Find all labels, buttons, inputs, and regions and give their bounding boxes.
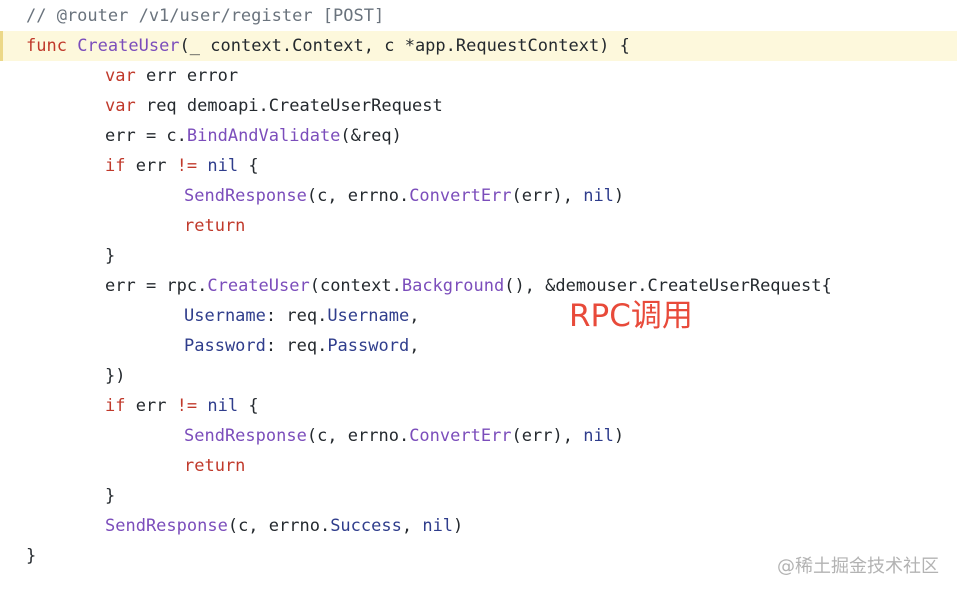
code-token: , <box>409 336 420 356</box>
code-line: var err error <box>0 61 957 91</box>
code-line-content: return <box>26 211 245 241</box>
code-line-content: var err error <box>26 61 238 91</box>
code-token: err error <box>145 66 239 86</box>
code-token: if <box>105 156 136 176</box>
code-line: }) <box>0 361 957 391</box>
code-token: Password <box>184 336 266 356</box>
code-token: CreateUser <box>77 36 180 56</box>
code-token: ConvertErr <box>409 186 512 206</box>
code-token: (err), <box>511 426 584 446</box>
code-token: (), &demouser.CreateUserRequest{ <box>504 276 832 296</box>
code-token: Username <box>327 306 410 326</box>
code-line: var req demoapi.CreateUserRequest <box>0 91 957 121</box>
code-token: SendResponse <box>105 516 228 536</box>
code-block: // @router /v1/user/register [POST] func … <box>0 1 957 571</box>
code-token: (&req) <box>340 126 402 146</box>
code-token: err <box>135 156 177 176</box>
code-line: SendResponse(c, errno.ConvertErr(err), n… <box>0 421 957 451</box>
watermark: @稀土掘金技术社区 <box>777 556 939 577</box>
code-token: Username <box>184 306 266 326</box>
code-line-content: return <box>26 451 245 481</box>
code-token: ) <box>613 186 625 206</box>
code-token: (c, errno. <box>227 516 331 536</box>
code-token: : req. <box>265 306 328 326</box>
code-token: req demoapi.CreateUserRequest <box>145 96 443 116</box>
code-token: (c, errno. <box>306 426 410 446</box>
code-token: ) <box>613 426 625 446</box>
code-token: nil <box>583 426 614 446</box>
code-line: return <box>0 211 957 241</box>
code-token: // @router /v1/user/register [POST] <box>26 6 385 26</box>
code-line: err = c.BindAndValidate(&req) <box>0 121 957 151</box>
code-token: err <box>135 396 177 416</box>
code-token: ConvertErr <box>409 426 512 446</box>
code-line-content: if err != nil { <box>26 151 259 181</box>
code-line-content: func CreateUser(_ context.Context, c *ap… <box>26 31 630 61</box>
code-token: } <box>105 246 116 266</box>
code-token: (context. <box>309 276 402 296</box>
code-token: (c, errno. <box>306 186 410 206</box>
code-line-content: Username: req.Username, <box>26 301 419 331</box>
rpc-call-annotation: RPC调用 <box>569 298 693 334</box>
code-line: Password: req.Password, <box>0 331 957 361</box>
code-token: nil <box>583 186 614 206</box>
code-token: Background <box>401 276 505 296</box>
code-token: nil <box>422 516 454 536</box>
code-token: SendResponse <box>184 186 307 206</box>
code-line: // @router /v1/user/register [POST] <box>0 1 957 31</box>
code-token: func <box>26 36 78 56</box>
code-token: : req. <box>265 336 328 356</box>
code-line: Username: req.Username, <box>0 301 957 331</box>
code-line-content: }) <box>26 361 125 391</box>
code-token: Password <box>327 336 410 356</box>
code-token: , <box>401 516 423 536</box>
code-line-highlighted: func CreateUser(_ context.Context, c *ap… <box>0 31 957 61</box>
code-token: }) <box>105 366 126 386</box>
code-token: { <box>238 156 259 176</box>
code-line-content: // @router /v1/user/register [POST] <box>26 1 384 31</box>
code-token: != <box>176 156 208 176</box>
code-token: ) <box>453 516 464 536</box>
code-token: CreateUser <box>207 276 310 296</box>
code-token: SendResponse <box>184 426 307 446</box>
code-line: if err != nil { <box>0 151 957 181</box>
code-line-content: Password: req.Password, <box>26 331 419 361</box>
code-token: != <box>176 396 208 416</box>
code-line: if err != nil { <box>0 391 957 421</box>
code-token: , <box>409 306 420 326</box>
code-line-content: if err != nil { <box>26 391 259 421</box>
code-line: SendResponse(c, errno.Success, nil) <box>0 511 957 541</box>
code-token: (err), <box>511 186 584 206</box>
code-token: if <box>105 396 136 416</box>
code-token: nil <box>207 396 239 416</box>
code-token: err = rpc. <box>105 276 208 296</box>
code-line-content: } <box>26 541 36 571</box>
code-token: } <box>26 546 37 566</box>
code-token: { <box>238 396 259 416</box>
code-line: return <box>0 451 957 481</box>
code-line: } <box>0 481 957 511</box>
code-line: err = rpc.CreateUser(context.Background(… <box>0 271 957 301</box>
code-line-content: SendResponse(c, errno.Success, nil) <box>26 511 463 541</box>
code-token: BindAndValidate <box>186 126 341 146</box>
code-line: SendResponse(c, errno.ConvertErr(err), n… <box>0 181 957 211</box>
code-line: } <box>0 241 957 271</box>
code-token: } <box>105 486 116 506</box>
code-line-content: SendResponse(c, errno.ConvertErr(err), n… <box>26 181 624 211</box>
code-line-content: } <box>26 241 115 271</box>
code-token: return <box>184 216 246 236</box>
code-token: nil <box>207 156 239 176</box>
code-token: var <box>105 66 146 86</box>
code-token: return <box>184 456 246 476</box>
code-token: err = c. <box>105 126 187 146</box>
code-line-content: err = rpc.CreateUser(context.Background(… <box>26 271 832 301</box>
code-line-content: err = c.BindAndValidate(&req) <box>26 121 402 151</box>
code-line-content: var req demoapi.CreateUserRequest <box>26 91 443 121</box>
code-token: (_ context.Context, c *app.RequestContex… <box>179 36 630 56</box>
code-line-content: SendResponse(c, errno.ConvertErr(err), n… <box>26 421 624 451</box>
code-line-content: } <box>26 481 115 511</box>
code-token: Success <box>330 516 402 536</box>
code-token: var <box>105 96 146 116</box>
